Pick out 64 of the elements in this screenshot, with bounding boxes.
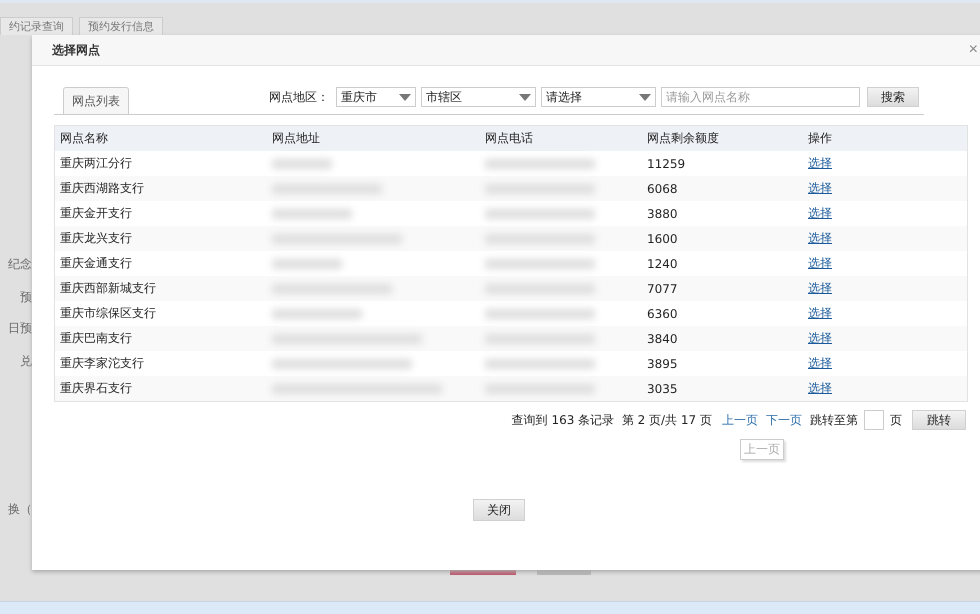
table-cell-text: 3880 — [646, 206, 679, 220]
caret-icon — [519, 94, 531, 100]
table-cell-text: 重庆金开支行 — [59, 205, 133, 222]
select-link[interactable]: 选择 — [808, 205, 832, 222]
region-dropdown[interactable]: 市辖区 — [421, 87, 536, 107]
form-label: 纪念 — [8, 256, 32, 273]
search-button[interactable]: 搜索 — [867, 87, 919, 107]
form-label: 日预 — [8, 320, 32, 337]
table-cell-text: 1240 — [646, 256, 679, 270]
table-cell-text: 6360 — [646, 306, 679, 320]
page-button[interactable] — [537, 570, 591, 575]
column-header: 网点名称 — [59, 130, 109, 147]
jump-label: 跳转至第 — [810, 412, 858, 428]
jump-button[interactable]: 跳转 — [912, 410, 966, 430]
column-header: 网点剩余额度 — [646, 130, 720, 147]
column-header: 操作 — [807, 130, 833, 147]
select-link[interactable]: 选择 — [808, 330, 832, 347]
select-link[interactable]: 选择 — [808, 280, 832, 297]
table-cell-text: 11259 — [646, 156, 686, 170]
caret-icon — [399, 94, 411, 100]
select-link[interactable]: 选择 — [808, 255, 832, 272]
table-cell-text: 重庆金通支行 — [59, 255, 133, 272]
record-summary: 查询到 163 条记录 第 2 页/共 17 页 — [512, 412, 712, 428]
select-link[interactable]: 选择 — [808, 180, 832, 197]
next-page-link[interactable]: 下一页 — [766, 412, 802, 428]
table-cell-text: 重庆西部新城支行 — [59, 280, 157, 297]
table-cell-text: 重庆巴南支行 — [59, 330, 133, 347]
table-cell-text: 重庆两江分行 — [59, 155, 133, 172]
region-label: 网点地区： — [269, 88, 329, 106]
region-dropdown[interactable]: 请选择 — [541, 87, 656, 107]
page-number-field[interactable] — [864, 410, 884, 430]
form-label: 兑 — [20, 353, 32, 370]
table-cell-text: 重庆龙兴支行 — [59, 230, 133, 247]
select-link[interactable]: 选择 — [808, 155, 832, 172]
page-tab[interactable]: 预约发行信息 — [79, 17, 163, 35]
close-button[interactable]: 关闭 — [473, 499, 525, 521]
table-cell-text: 1600 — [646, 232, 679, 246]
page-unit-label: 页 — [890, 412, 902, 428]
table-cell-text: 重庆西湖路支行 — [59, 180, 145, 197]
table-cell-text: 重庆市综保区支行 — [59, 305, 157, 322]
table-cell-text: 重庆界石支行 — [59, 380, 133, 397]
form-label: 换（ — [8, 501, 32, 518]
column-header: 网点地址 — [271, 130, 321, 147]
dialog-title: 选择网点 — [52, 42, 100, 58]
table-cell-text: 6068 — [646, 182, 679, 196]
search-field[interactable]: 请输入网点名称 — [661, 87, 860, 107]
page-button[interactable] — [450, 570, 516, 575]
page-tab[interactable]: 约记录查询 — [0, 17, 73, 35]
table-cell-text: 3895 — [646, 356, 679, 370]
table-cell-text: 重庆李家沱支行 — [59, 355, 145, 372]
form-label: 预 — [20, 289, 32, 306]
table-cell-text: 3840 — [646, 332, 679, 346]
region-dropdown[interactable]: 重庆市 — [336, 87, 416, 107]
column-header: 网点电话 — [484, 130, 534, 147]
table-cell-text: 7077 — [646, 282, 679, 296]
previous-page-link[interactable]: 上一页 — [722, 412, 758, 428]
select-link[interactable]: 选择 — [808, 230, 832, 247]
select-link[interactable]: 选择 — [808, 305, 832, 322]
list-tab[interactable]: 网点列表 — [63, 87, 129, 114]
table-cell-text: 3035 — [646, 382, 679, 396]
tooltip: 上一页 — [740, 439, 784, 460]
caret-icon — [639, 94, 651, 100]
select-link[interactable]: 选择 — [808, 380, 832, 397]
select-link[interactable]: 选择 — [808, 355, 832, 372]
